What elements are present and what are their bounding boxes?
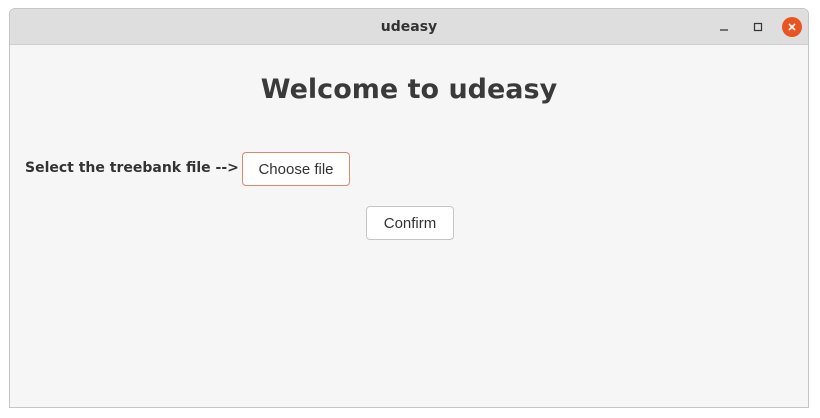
minimize-button[interactable]: [714, 17, 734, 37]
treebank-select-label: Select the treebank file -->: [25, 160, 239, 176]
close-icon: [788, 23, 796, 31]
close-button[interactable]: [782, 17, 802, 37]
app-window: udeasy Welcome to udeasy Select the tree…: [9, 8, 809, 408]
main-content: Welcome to udeasy Select the treebank fi…: [10, 45, 808, 407]
window-title: udeasy: [380, 19, 438, 35]
minimize-icon: [720, 29, 728, 31]
page-title: Welcome to udeasy: [260, 74, 558, 105]
maximize-button[interactable]: [748, 17, 768, 37]
choose-file-button[interactable]: Choose file: [242, 152, 350, 186]
confirm-button[interactable]: Confirm: [366, 206, 454, 240]
maximize-icon: [753, 22, 763, 32]
title-bar[interactable]: udeasy: [10, 9, 808, 45]
